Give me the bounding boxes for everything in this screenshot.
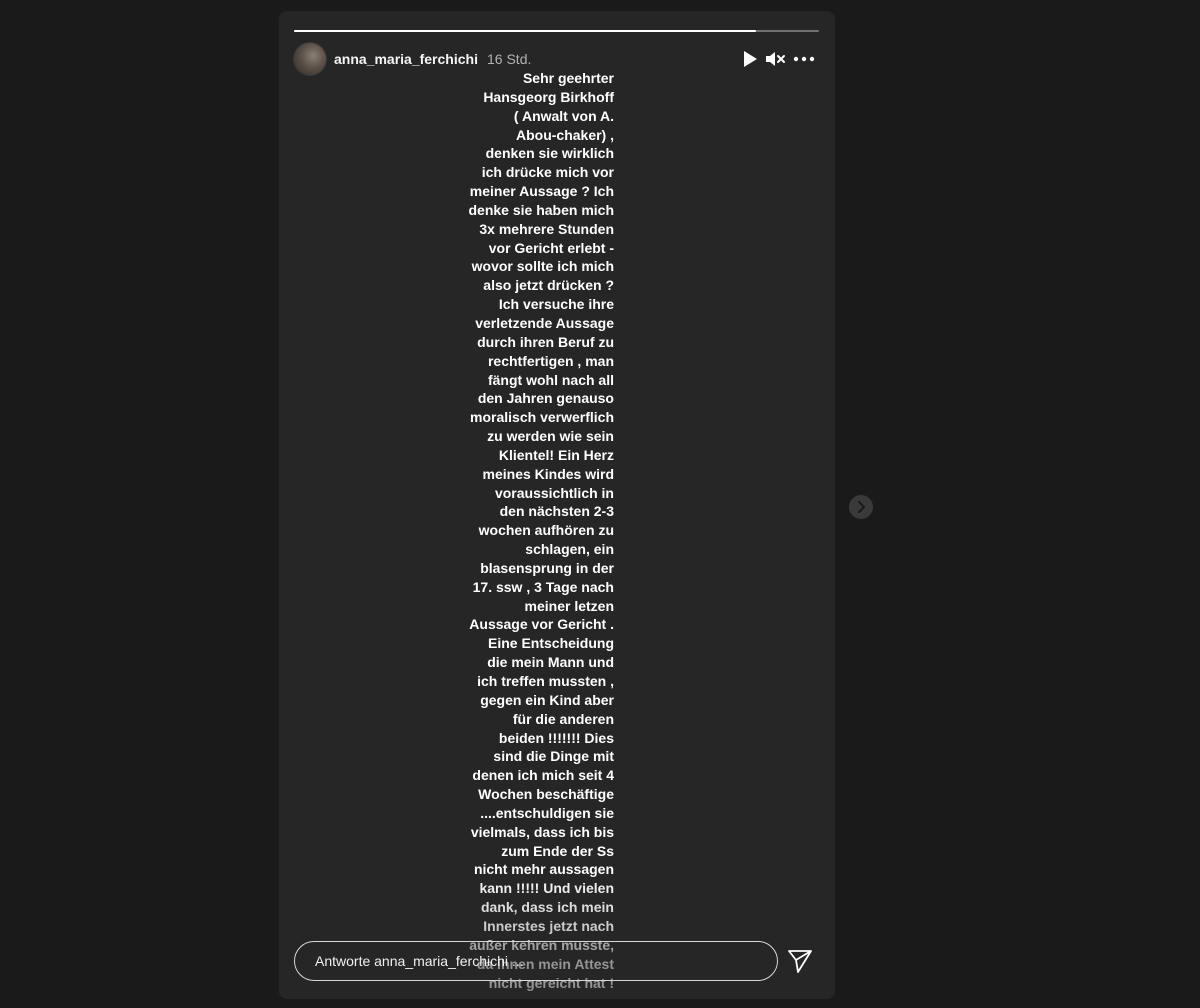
more-icon[interactable] (789, 46, 819, 72)
chevron-right-icon[interactable] (849, 495, 873, 519)
play-icon[interactable] (737, 46, 763, 72)
timestamp: 16 Std. (487, 51, 532, 67)
story-progress-fill (294, 30, 756, 32)
story-progress-bar (294, 30, 819, 32)
mute-icon[interactable] (763, 46, 789, 72)
reply-input[interactable]: Antworte anna_maria_ferchichi ... (294, 941, 778, 981)
send-icon[interactable] (787, 948, 813, 974)
story-text: Sehr geehrter Hansgeorg Birkhoff ( Anwal… (468, 70, 615, 991)
reply-placeholder: Antworte anna_maria_ferchichi ... (315, 953, 524, 969)
avatar[interactable] (294, 43, 326, 75)
story-controls (737, 46, 819, 72)
username[interactable]: anna_maria_ferchichi (334, 51, 478, 67)
story-viewer[interactable]: anna_maria_ferchichi 16 Std. Sehr geehrt… (279, 11, 835, 999)
